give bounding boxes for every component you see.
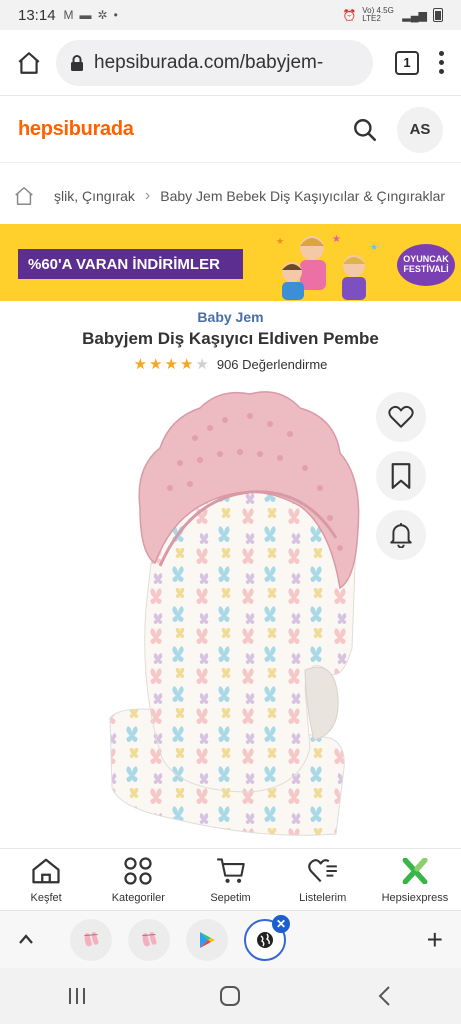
ballet-shoe-favicon-icon	[142, 931, 157, 946]
menu-dot	[438, 69, 444, 74]
search-icon	[354, 118, 377, 141]
alarm-icon: ⏰	[342, 9, 357, 22]
nav-label: Hepsiexpress	[381, 892, 449, 904]
tab-thumbnail-active[interactable]: ✕	[244, 914, 290, 961]
kids-illustration: ★ ★ ★	[272, 228, 382, 300]
nav-label: Listelerim	[299, 892, 347, 904]
promo-text: %60'A VARAN İNDİRİMLER	[18, 249, 243, 279]
network-label: Vo) 4.5G LTE2	[362, 6, 394, 23]
bell-icon	[390, 523, 412, 548]
recent-apps-button[interactable]	[57, 981, 97, 1011]
star-filled-icon: ★	[179, 356, 196, 373]
tab-switcher-button[interactable]: 1	[395, 50, 419, 75]
heart-icon	[388, 405, 414, 428]
home-circle-icon	[220, 986, 241, 1006]
browser-menu-button[interactable]	[431, 51, 451, 74]
ballet-shoe-favicon-icon	[84, 931, 99, 946]
menu-dot	[438, 51, 444, 56]
dot-icon: •	[113, 8, 118, 22]
svg-text:★: ★	[370, 242, 378, 252]
add-to-favorites-button[interactable]	[376, 392, 426, 442]
hepsiexpress-icon	[398, 855, 432, 887]
lock-icon	[71, 54, 83, 71]
rating-stars: ★★★★★	[134, 355, 211, 373]
browser-home-button[interactable]	[10, 44, 48, 82]
add-to-list-button[interactable]	[376, 451, 426, 501]
nav-label: Keşfet	[30, 892, 62, 904]
star-filled-icon: ★	[149, 356, 165, 373]
cart-icon	[214, 855, 248, 887]
nav-label: Sepetim	[210, 892, 251, 904]
nav-kesfet[interactable]: Keşfet	[0, 849, 92, 910]
system-icons: ⏰ Vo) 4.5G LTE2 ▂▄▆	[343, 7, 443, 23]
tab-thumbnails: ✕	[70, 914, 290, 961]
notification-icons: M ▬ ✲ •	[64, 8, 118, 22]
breadcrumb-home[interactable]	[12, 184, 36, 208]
price-alert-button[interactable]	[376, 510, 426, 560]
account-avatar[interactable]: AS	[397, 106, 443, 153]
svg-text:★: ★	[332, 234, 341, 245]
star-filled-icon: ★	[133, 356, 150, 373]
android-nav-bar	[0, 968, 461, 1024]
globe-icon	[257, 931, 273, 948]
product-image[interactable]	[100, 388, 370, 848]
categories-icon	[121, 855, 155, 887]
bottom-navigation: Keşfet Kategoriler Sepetim Listelerim He…	[0, 848, 461, 910]
star-filled-icon: ★	[164, 356, 180, 373]
message-icon: ▬	[79, 8, 92, 22]
tab-thumbnail[interactable]	[70, 918, 112, 961]
bookmark-icon	[391, 463, 411, 489]
status-time: 13:14	[18, 6, 56, 24]
browser-toolbar: hepsiburada.com/babyjem- 1	[0, 30, 461, 96]
search-button[interactable]	[347, 112, 383, 148]
product-rating[interactable]: ★★★★★ 906 Değerlendirme	[0, 355, 461, 373]
chevron-right-icon: ›	[144, 187, 151, 204]
tab-group-bar: ✕ +	[0, 910, 461, 968]
site-logo[interactable]: hepsiburada	[18, 118, 134, 141]
back-button[interactable]	[364, 981, 404, 1011]
svg-text:★: ★	[276, 236, 284, 246]
back-icon	[378, 986, 390, 1006]
star-empty-icon: ★	[195, 356, 211, 373]
pinwheel-icon: ✲	[97, 8, 108, 22]
close-tab-icon[interactable]: ✕	[272, 914, 290, 933]
gmail-icon: M	[63, 8, 74, 22]
promo-banner[interactable]: %60'A VARAN İNDİRİMLER ★ ★ ★ OYUNCAK FES…	[0, 224, 461, 301]
festival-badge: OYUNCAK FESTİVALİ	[397, 244, 455, 286]
signal-icon: ▂▄▆	[402, 9, 427, 22]
nav-label: Kategoriler	[111, 892, 165, 904]
tab-thumbnail[interactable]	[186, 918, 228, 961]
battery-icon	[433, 8, 443, 22]
nav-sepetim[interactable]: Sepetim	[184, 849, 276, 910]
url-bar[interactable]: hepsiburada.com/babyjem-	[56, 39, 373, 86]
chevron-up-icon[interactable]	[18, 929, 42, 950]
breadcrumb: şlik, Çıngırak › Baby Jem Bebek Diş Kaşı…	[0, 170, 461, 222]
review-count: 906 Değerlendirme	[216, 356, 328, 372]
url-text: hepsiburada.com/babyjem-	[94, 51, 324, 73]
home-icon	[18, 51, 40, 74]
site-header: hepsiburada AS	[0, 97, 461, 163]
breadcrumb-item[interactable]: Baby Jem Bebek Diş Kaşıyıcılar & Çıngıra…	[160, 188, 445, 204]
breadcrumb-item[interactable]: şlik, Çıngırak	[54, 188, 135, 204]
product-brand[interactable]: Baby Jem	[0, 309, 461, 325]
product-title: Babyjem Diş Kaşıyıcı Eldiven Pembe	[82, 329, 379, 348]
nav-listelerim[interactable]: Listelerim	[277, 849, 369, 910]
nav-hepsiexpress[interactable]: Hepsiexpress	[369, 849, 461, 910]
play-store-icon	[200, 931, 215, 948]
status-bar: 13:14 M ▬ ✲ • ⏰ Vo) 4.5G LTE2 ▂▄▆	[0, 0, 461, 30]
recent-apps-icon	[68, 988, 85, 1004]
home-icon	[29, 855, 63, 887]
home-outline-icon	[15, 187, 33, 205]
home-nav-button[interactable]	[210, 981, 250, 1011]
heart-list-icon	[306, 855, 340, 887]
tab-thumbnail[interactable]	[128, 918, 170, 961]
new-tab-button[interactable]: +	[427, 925, 443, 954]
menu-dot	[438, 60, 444, 65]
nav-kategoriler[interactable]: Kategoriler	[92, 849, 184, 910]
